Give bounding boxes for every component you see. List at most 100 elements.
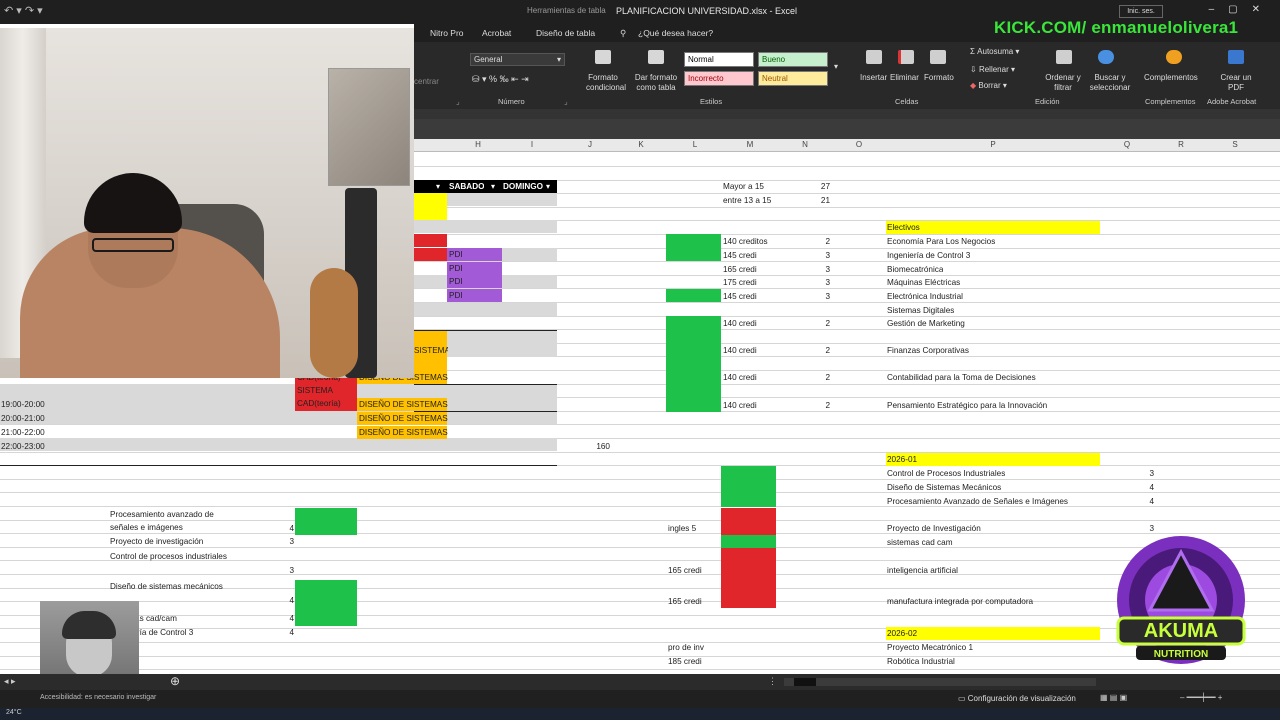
semester-course[interactable]: inteligencia artificial bbox=[887, 564, 958, 577]
credits-label[interactable]: 140 credi bbox=[723, 317, 757, 330]
formula-bar[interactable] bbox=[414, 119, 1280, 139]
elective-course[interactable]: Finanzas Corporativas bbox=[887, 344, 969, 357]
note-cell[interactable]: ingles 5 bbox=[668, 522, 696, 535]
note-cell[interactable]: 165 credi bbox=[668, 564, 702, 577]
credits-label[interactable]: 145 credi bbox=[723, 290, 757, 303]
column-header-o[interactable]: O bbox=[832, 140, 886, 149]
sheet-more-icon[interactable]: ⋮ bbox=[768, 676, 777, 687]
cad-teoria-cell[interactable]: SISTEMA CAD(teoría) bbox=[297, 384, 355, 410]
number-launcher-icon[interactable]: ⌟ bbox=[564, 97, 568, 106]
note-cell[interactable]: pro de inv bbox=[668, 641, 704, 654]
merge-center-button[interactable]: centrar bbox=[414, 77, 439, 86]
tab-acrobat[interactable]: Acrobat bbox=[482, 28, 511, 38]
column-header-q[interactable]: Q bbox=[1100, 140, 1154, 149]
semester-course[interactable]: Diseño de Sistemas Mecánicos bbox=[887, 481, 1001, 494]
find-select-button[interactable]: Buscar y seleccionar bbox=[1086, 73, 1134, 93]
course-credits[interactable]: 3 bbox=[270, 564, 294, 577]
time-slot[interactable]: 22:00-23:00 bbox=[1, 440, 45, 453]
credits-value[interactable]: 2 bbox=[790, 399, 830, 412]
credits-label[interactable]: 140 credi bbox=[723, 344, 757, 357]
schedule-entry[interactable]: DISEÑO DE SISTEMAS bbox=[359, 398, 448, 411]
elective-course[interactable]: Ingeniería de Control 3 bbox=[887, 249, 970, 262]
semester-header-2026-02[interactable]: 2026-02 bbox=[887, 627, 917, 640]
credits-value[interactable]: 2 bbox=[790, 317, 830, 330]
accessibility-status[interactable]: Accesibilidad: es necesario investigar bbox=[40, 694, 156, 701]
tab-table-design[interactable]: Diseño de tabla bbox=[536, 28, 595, 38]
column-header-i[interactable]: I bbox=[504, 140, 560, 149]
horizontal-scrollbar[interactable] bbox=[784, 678, 1096, 686]
elective-course[interactable]: Pensamiento Estratégico para la Innovaci… bbox=[887, 399, 1047, 412]
clear-button[interactable]: ◆ Borrar ▾ bbox=[970, 81, 1007, 90]
sign-in-button[interactable]: Inic. ses. bbox=[1119, 5, 1163, 18]
filter-dropdown-icon[interactable]: ▾ bbox=[546, 180, 550, 193]
elective-course[interactable]: Máquinas Eléctricas bbox=[887, 276, 960, 289]
number-format-icons[interactable]: ⛁ ▾ % ‰ ⇤ ⇥ bbox=[472, 74, 529, 85]
semester-course[interactable]: sistemas cad cam bbox=[887, 536, 953, 549]
styles-more-icon[interactable]: ▾ bbox=[834, 62, 838, 71]
header-domingo[interactable]: DOMINGO bbox=[503, 180, 549, 193]
number-format-select[interactable]: General ▾ bbox=[470, 53, 565, 66]
time-slot[interactable]: 20:00-21:00 bbox=[1, 412, 45, 425]
credits-value[interactable]: 3 bbox=[790, 263, 830, 276]
course-credits[interactable]: 3 bbox=[270, 535, 294, 548]
credits-value[interactable]: 2 bbox=[790, 371, 830, 384]
pdi-cell[interactable]: PDI bbox=[449, 248, 463, 261]
electivos-header[interactable]: Electivos bbox=[887, 221, 920, 234]
credits-label[interactable]: 140 credi bbox=[723, 399, 757, 412]
semester-course[interactable]: Procesamiento Avanzado de Señales e Imág… bbox=[887, 495, 1068, 508]
sort-filter-button[interactable]: Ordenar y filtrar bbox=[1040, 73, 1086, 93]
total-hours[interactable]: 160 bbox=[580, 440, 610, 453]
column-header-p[interactable]: P bbox=[886, 140, 1100, 149]
column-header-h[interactable]: H bbox=[450, 140, 506, 149]
credits-label[interactable]: 145 credi bbox=[723, 249, 757, 262]
column-header-j[interactable]: J bbox=[562, 140, 618, 149]
column-header-l[interactable]: L bbox=[668, 140, 722, 149]
elective-course[interactable]: Gestión de Marketing bbox=[887, 317, 965, 330]
cell-style-bueno[interactable]: Bueno bbox=[758, 52, 828, 67]
course-credits[interactable]: 4 bbox=[270, 522, 294, 535]
insert-cells-button[interactable]: Insertar bbox=[860, 73, 887, 82]
autosum-button[interactable]: Σ Autosuma ▾ bbox=[970, 47, 1019, 56]
credits-value[interactable]: 2 bbox=[790, 344, 830, 357]
course-name[interactable]: Proyecto de investigación bbox=[110, 535, 234, 548]
pdi-cell[interactable]: PDI bbox=[449, 262, 463, 275]
credits-label[interactable]: 140 creditos bbox=[723, 235, 768, 248]
view-settings-button[interactable]: ▭ Configuración de visualización bbox=[958, 694, 1076, 703]
view-mode-icons[interactable]: ▦ ▤ ▣ bbox=[1100, 693, 1127, 702]
schedule-entry[interactable]: DISEÑO DE SISTEMAS bbox=[359, 426, 448, 439]
semester-course[interactable]: Robótica Industrial bbox=[887, 655, 955, 668]
column-header-n[interactable]: N bbox=[778, 140, 832, 149]
semester-credits[interactable]: 4 bbox=[1120, 481, 1154, 494]
semester-credits[interactable]: 3 bbox=[1120, 467, 1154, 480]
column-header-r[interactable]: R bbox=[1154, 140, 1208, 149]
pdi-cell[interactable]: PDI bbox=[449, 275, 463, 288]
stat-label[interactable]: Mayor a 15 bbox=[723, 180, 764, 193]
elective-course[interactable]: Contabilidad para la Toma de Decisiones bbox=[887, 371, 1036, 384]
time-slot[interactable]: 21:00-22:00 bbox=[1, 426, 45, 439]
semester-course[interactable]: Control de Procesos Industriales bbox=[887, 467, 1005, 480]
credits-value[interactable]: 3 bbox=[790, 290, 830, 303]
semester-course[interactable]: Proyecto de Investigación bbox=[887, 522, 981, 535]
format-cells-button[interactable]: Formato bbox=[924, 73, 954, 82]
course-credits[interactable]: 4 bbox=[270, 594, 294, 607]
cell-style-neutral[interactable]: Neutral bbox=[758, 71, 828, 86]
credits-value[interactable]: 2 bbox=[790, 235, 830, 248]
pdi-cell[interactable]: PDI bbox=[449, 289, 463, 302]
stat-value[interactable]: 27 bbox=[790, 180, 830, 193]
create-pdf-button[interactable]: Crear un PDF bbox=[1218, 73, 1254, 93]
column-header-k[interactable]: K bbox=[614, 140, 668, 149]
semester-header-2026-01[interactable]: 2026-01 bbox=[887, 453, 917, 466]
credits-value[interactable]: 3 bbox=[790, 249, 830, 262]
course-name[interactable]: Control de procesos industriales bbox=[110, 550, 234, 563]
dialog-launcher-icon[interactable]: ⌟ bbox=[456, 97, 460, 106]
column-header-s[interactable]: S bbox=[1208, 140, 1262, 149]
fill-button[interactable]: ⇩ Rellenar ▾ bbox=[970, 65, 1015, 74]
note-cell[interactable]: 185 credi bbox=[668, 655, 702, 668]
format-as-table-button[interactable]: Dar formato como tabla bbox=[630, 73, 682, 93]
note-cell[interactable]: 165 credi bbox=[668, 595, 702, 608]
tab-nitro-pro[interactable]: Nitro Pro bbox=[430, 28, 464, 38]
header-sabado[interactable]: SABADO bbox=[449, 180, 484, 193]
cell-style-normal[interactable]: Normal bbox=[684, 52, 754, 67]
stat-label[interactable]: entre 13 a 15 bbox=[723, 194, 771, 207]
tell-me-search[interactable]: ¿Qué desea hacer? bbox=[638, 28, 713, 38]
